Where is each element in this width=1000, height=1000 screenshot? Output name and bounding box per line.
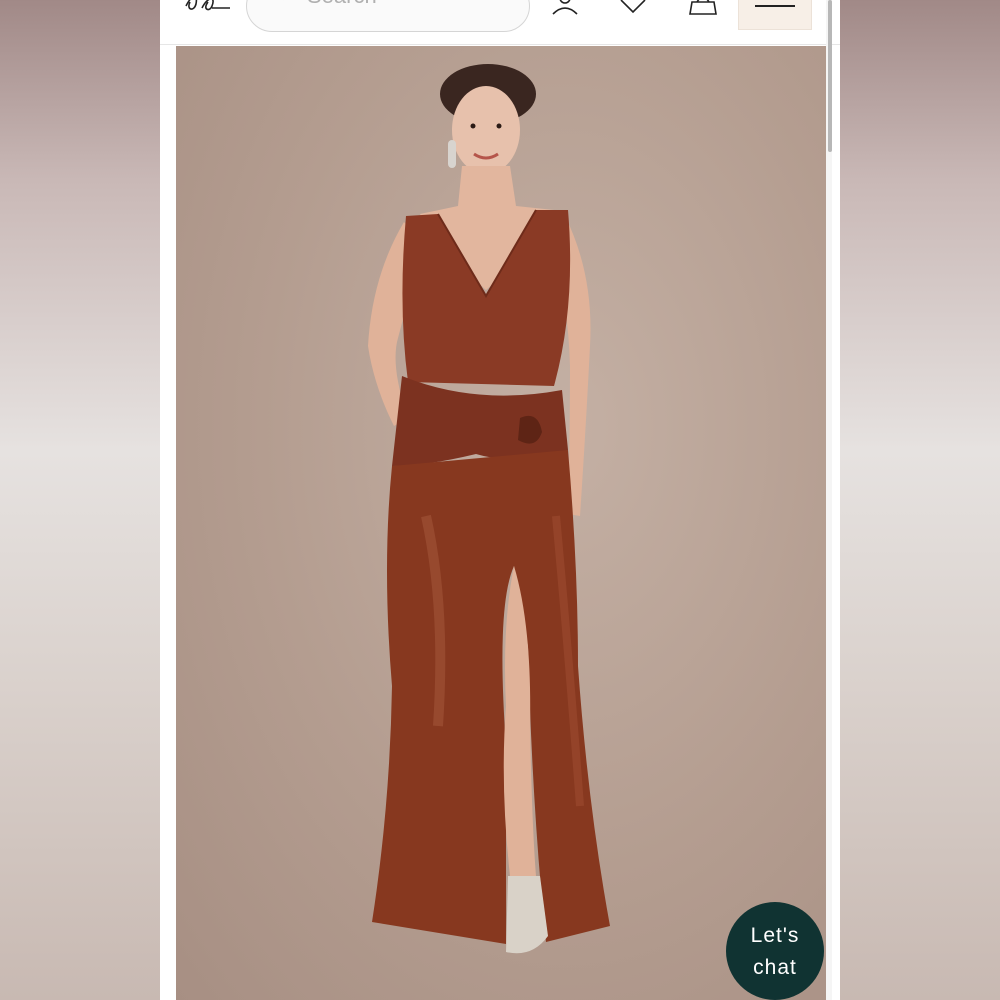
hamburger-menu-icon[interactable]: [738, 0, 812, 30]
chat-label-line1: Let's: [750, 924, 800, 947]
search-placeholder[interactable]: Search: [307, 0, 377, 9]
earring: [448, 140, 456, 168]
blurred-background-left: [0, 0, 160, 1000]
model-in-rust-satin-gown: [368, 64, 610, 954]
account-icon[interactable]: [548, 0, 582, 16]
chat-button[interactable]: Let's chat: [726, 902, 824, 1000]
search-icon: [283, 0, 284, 1]
scrollbar-thumb[interactable]: [828, 0, 832, 152]
site-header: Search: [160, 0, 840, 45]
menu-line: [755, 5, 795, 7]
product-image[interactable]: [176, 46, 826, 1000]
face: [452, 86, 520, 174]
shopping-bag-icon[interactable]: [686, 0, 720, 16]
blurred-background-right: [840, 0, 1000, 1000]
heart-icon[interactable]: [616, 0, 650, 16]
chat-label-line2: chat: [753, 956, 797, 979]
search-bar[interactable]: Search: [246, 0, 530, 32]
brand-logo-icon[interactable]: [182, 0, 234, 14]
